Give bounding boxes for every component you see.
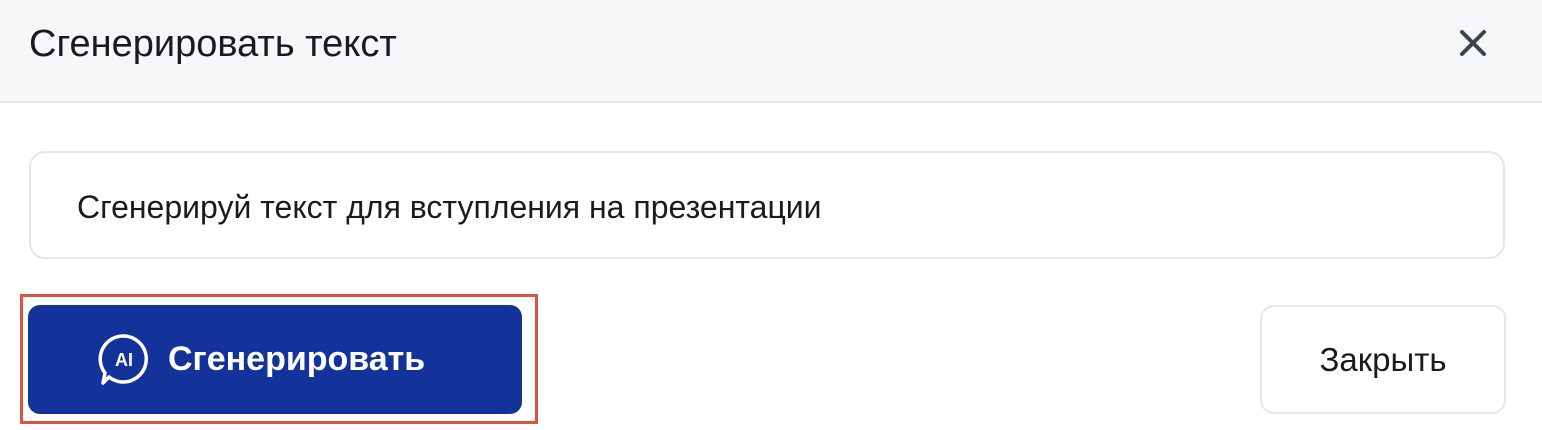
dialog-title: Сгенерировать текст [29,23,397,65]
dialog-header: Сгенерировать текст [0,0,1542,103]
prompt-input-value: Сгенерируй текст для вступления на презе… [77,189,822,225]
close-button-label: Закрыть [1319,341,1447,378]
close-icon[interactable] [1448,20,1496,68]
generate-button[interactable]: AI Сгенерировать [28,305,522,414]
ai-chat-icon: AI [97,332,151,388]
prompt-input[interactable]: Сгенерируй текст для вступления на презе… [29,151,1505,259]
generate-button-label: Сгенерировать [168,340,426,378]
ai-icon-text: AI [115,350,133,370]
close-button[interactable]: Закрыть [1260,305,1506,414]
generate-text-dialog: Сгенерировать текст Сгенерируй текст для… [0,0,1542,430]
